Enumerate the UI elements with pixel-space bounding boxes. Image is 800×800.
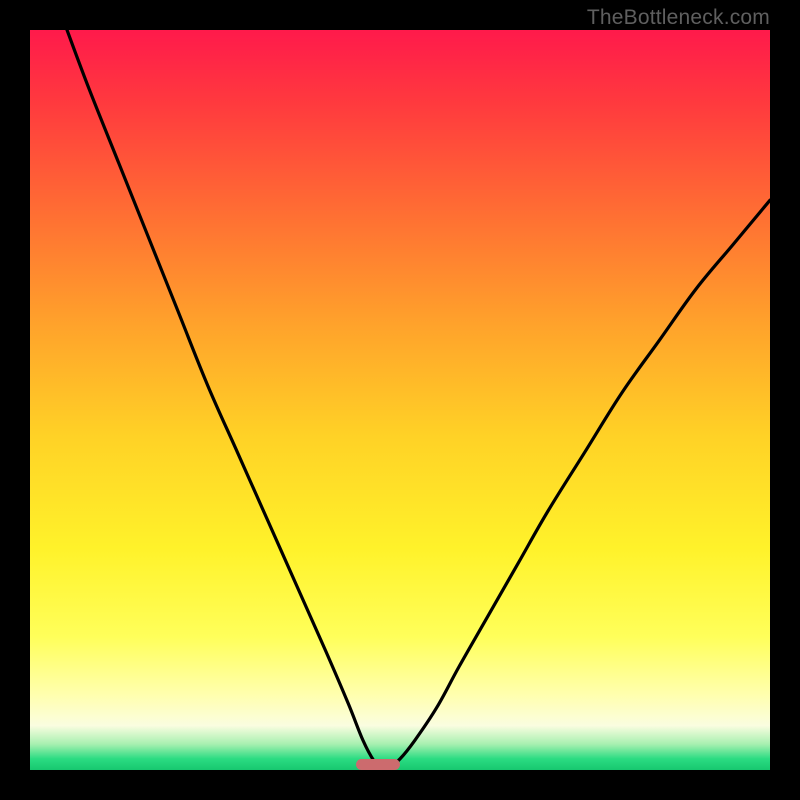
chart-frame: TheBottleneck.com: [0, 0, 800, 800]
plot-area: [30, 30, 770, 770]
watermark-text: TheBottleneck.com: [587, 6, 770, 30]
bottleneck-curve: [30, 30, 770, 770]
optimum-marker: [356, 759, 400, 770]
